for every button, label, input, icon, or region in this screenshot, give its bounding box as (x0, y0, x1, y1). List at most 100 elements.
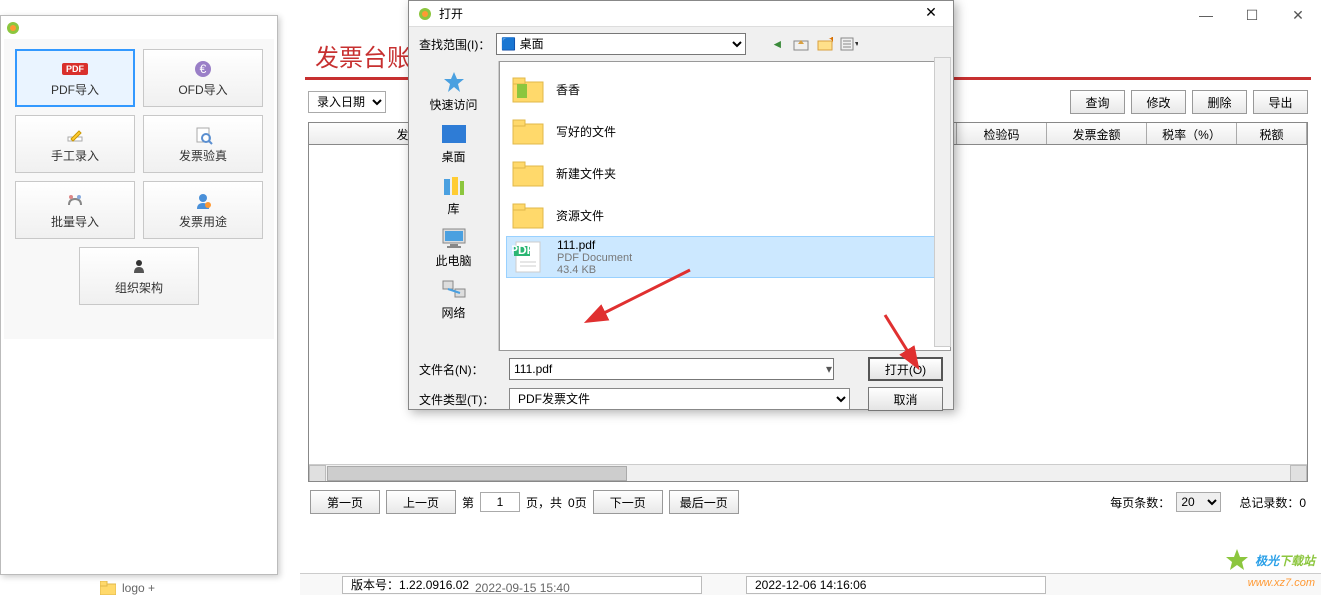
dialog-titlebar[interactable]: 打开 ✕ (409, 1, 953, 27)
titlebar: — ☐ ✕ (966, 0, 1321, 30)
delete-button[interactable]: 删除 (1192, 90, 1247, 114)
pdf-icon: PDF (63, 59, 87, 79)
selected-file-size: 43.4 KB (557, 264, 632, 276)
svg-text:PDF: PDF (512, 243, 534, 257)
new-folder-icon[interactable]: ✦ (816, 35, 834, 53)
bottom-logo-item: logo + (100, 581, 155, 595)
total-records: 总记录数：0 (1239, 494, 1306, 511)
export-button[interactable]: 导出 (1253, 90, 1308, 114)
page-prefix: 第 (462, 494, 474, 511)
place-this-pc[interactable]: 此电脑 (414, 221, 494, 273)
file-item[interactable]: 香香 (506, 68, 944, 110)
scroll-left-button[interactable] (309, 465, 326, 482)
scroll-thumb[interactable] (327, 466, 627, 481)
svg-text:€: € (200, 62, 207, 76)
filename-input[interactable] (509, 358, 834, 380)
file-item[interactable]: 写好的文件 (506, 110, 944, 152)
folder-icon (510, 113, 546, 149)
pdf-import-button[interactable]: PDF PDF导入 (15, 49, 135, 107)
bottom-time: 2022-09-15 15:40 (475, 581, 570, 595)
sidebar-panel: PDF PDF导入 € OFD导入 手工录入 发票验真 (0, 15, 278, 575)
invoice-verify-button[interactable]: 发票验真 (143, 115, 263, 173)
col-checkcode[interactable]: 检验码 (957, 123, 1047, 144)
col-taxrate[interactable]: 税率（%） (1147, 123, 1237, 144)
quick-access-icon (440, 70, 468, 94)
up-icon[interactable] (792, 35, 810, 53)
file-item-selected[interactable]: PDF 111.pdf PDF Document 43.4 KB (506, 236, 944, 278)
org-icon (127, 257, 151, 277)
scroll-right-button[interactable] (1290, 465, 1307, 482)
ofd-import-label: OFD导入 (178, 81, 227, 98)
filetype-label: 文件类型(T)： (419, 391, 499, 408)
watermark-url: www.xz7.com (1248, 577, 1315, 589)
lookup-select[interactable]: 🟦 桌面 (496, 33, 746, 55)
view-menu-icon[interactable] (840, 35, 858, 53)
place-libraries[interactable]: 库 (414, 169, 494, 221)
status-bar: 版本号： 1.22.0916.02 2022-12-06 14:16:06 (300, 573, 1321, 595)
lookup-label: 查找范围(I)： (419, 36, 490, 53)
selected-file-type: PDF Document (557, 252, 632, 264)
cancel-button[interactable]: 取消 (868, 387, 943, 411)
place-desktop[interactable]: 桌面 (414, 117, 494, 169)
page-mid: 页，共 (526, 494, 562, 511)
first-page-button[interactable]: 第一页 (310, 490, 380, 514)
usage-icon (191, 191, 215, 211)
version-value: 1.22.0916.02 (399, 578, 469, 592)
lookup-row: 查找范围(I)： 🟦 桌面 ◄ ✦ (409, 27, 953, 61)
svg-text:✦: ✦ (828, 37, 833, 46)
edit-icon (63, 125, 87, 145)
prev-page-button[interactable]: 上一页 (386, 490, 456, 514)
dialog-app-icon (417, 6, 433, 22)
pagination: 第一页 上一页 第 页，共 0页 下一页 最后一页 每页条数： 20 总记录数：… (300, 482, 1316, 522)
filetype-select[interactable]: PDF发票文件 (509, 388, 850, 410)
dialog-body: 快速访问 桌面 库 此电脑 网络 香香 (409, 61, 953, 351)
filename-label: 文件名(N)： (419, 361, 499, 378)
pdf-file-icon: PDF (511, 239, 547, 275)
manual-entry-button[interactable]: 手工录入 (15, 115, 135, 173)
invoice-usage-button[interactable]: 发票用途 (143, 181, 263, 239)
place-quick-access[interactable]: 快速访问 (414, 65, 494, 117)
folder-icon (510, 197, 546, 233)
invoice-verify-label: 发票验真 (179, 147, 227, 164)
modify-button[interactable]: 修改 (1131, 90, 1186, 114)
org-structure-button[interactable]: 组织架构 (79, 247, 199, 305)
open-button[interactable]: 打开(O) (868, 357, 943, 381)
file-item[interactable]: 资源文件 (506, 194, 944, 236)
batch-import-button[interactable]: 批量导入 (15, 181, 135, 239)
file-list[interactable]: 香香 写好的文件 新建文件夹 资源文件 PDF 111.pdf PDF Docu… (499, 61, 951, 351)
org-structure-label: 组织架构 (115, 279, 163, 296)
close-button[interactable]: ✕ (1275, 0, 1321, 30)
horizontal-scrollbar[interactable] (309, 464, 1307, 481)
open-dialog: 打开 ✕ 查找范围(I)： 🟦 桌面 ◄ ✦ 快速访问 桌面 (408, 0, 954, 410)
col-amount[interactable]: 发票金额 (1047, 123, 1147, 144)
app-icon (5, 20, 21, 36)
place-network[interactable]: 网络 (414, 273, 494, 325)
file-item[interactable]: 新建文件夹 (506, 152, 944, 194)
total-pages: 0页 (568, 494, 587, 511)
datetime-value: 2022-12-06 14:16:06 (755, 578, 866, 592)
folder-icon (510, 71, 546, 107)
back-icon[interactable]: ◄ (768, 35, 786, 53)
ofd-import-button[interactable]: € OFD导入 (143, 49, 263, 107)
pdf-import-label: PDF导入 (51, 81, 99, 98)
per-page-label: 每页条数： (1110, 494, 1170, 511)
selected-file-name: 111.pdf (557, 238, 632, 252)
minimize-button[interactable]: — (1183, 0, 1229, 30)
desktop-icon (440, 122, 468, 146)
query-button[interactable]: 查询 (1070, 90, 1125, 114)
page-number-input[interactable] (480, 492, 520, 512)
col-tax[interactable]: 税额 (1237, 123, 1307, 144)
next-page-button[interactable]: 下一页 (593, 490, 663, 514)
date-type-select[interactable]: 录入日期 (308, 91, 386, 113)
maximize-button[interactable]: ☐ (1229, 0, 1275, 30)
batch-import-label: 批量导入 (51, 213, 99, 230)
last-page-button[interactable]: 最后一页 (669, 490, 739, 514)
vertical-scrollbar[interactable] (934, 57, 951, 347)
this-pc-icon (440, 226, 468, 250)
version-label: 版本号： (351, 576, 399, 593)
per-page-select[interactable]: 20 (1176, 492, 1221, 512)
verify-icon (191, 125, 215, 145)
datetime-cell: 2022-12-06 14:16:06 (746, 576, 1046, 594)
dialog-close-button[interactable]: ✕ (917, 4, 945, 24)
places-bar: 快速访问 桌面 库 此电脑 网络 (409, 61, 499, 351)
